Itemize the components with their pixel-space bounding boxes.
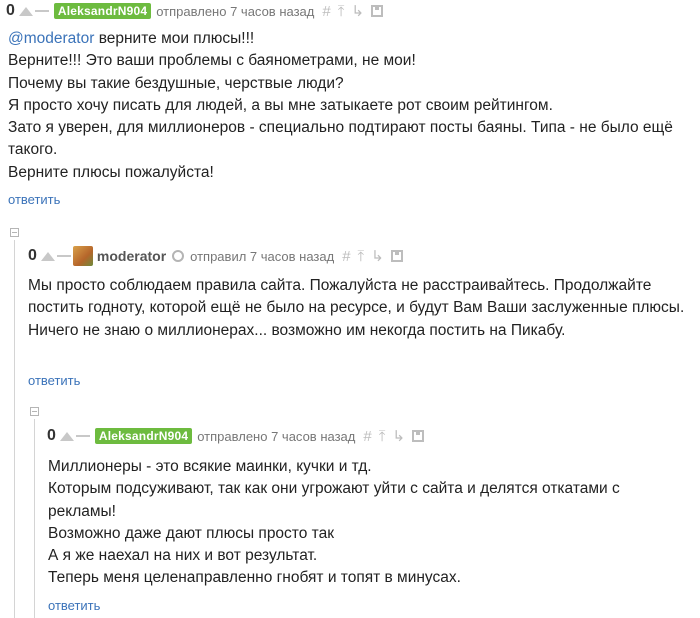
link-hash-icon[interactable]: #: [342, 249, 350, 264]
save-icon[interactable]: [411, 430, 424, 442]
save-icon[interactable]: [370, 5, 383, 17]
comment-line: Миллионеры - это всякие маинки, кучки и …: [48, 458, 372, 475]
comment-body: @moderator верните мои плюсы!!! Верните!…: [8, 28, 688, 184]
branch-icon[interactable]: ↳: [392, 429, 405, 444]
reply-link[interactable]: ответить: [28, 373, 80, 388]
author-username[interactable]: AleksandrN904: [94, 428, 193, 444]
comment-line: Возможно даже дают плюсы просто так: [48, 524, 334, 542]
vote-separator-icon: [56, 255, 71, 257]
comment-line: Верните!!! Это ваши проблемы с баянометр…: [8, 52, 416, 70]
thread-line: [14, 240, 15, 618]
upvote-icon[interactable]: [59, 431, 74, 441]
upvote-icon[interactable]: [18, 6, 33, 16]
comment-line: Ничего не знаю о миллионерах... возможно…: [28, 321, 566, 339]
mention-link[interactable]: @moderator: [8, 30, 94, 47]
reply-link[interactable]: ответить: [8, 192, 60, 207]
avatar[interactable]: [72, 246, 93, 266]
rating-score: 0: [6, 2, 15, 19]
collapse-toggle-icon[interactable]: [10, 228, 19, 237]
comment-line: Верните плюсы пожалуйста!: [8, 163, 214, 181]
upvote-icon[interactable]: [40, 251, 55, 261]
comment-line: Теперь меня целенаправленно гнобят и топ…: [48, 569, 461, 587]
save-icon[interactable]: [390, 250, 403, 262]
reply-link[interactable]: ответить: [48, 598, 100, 613]
comment-header: 0 AleksandrN904 отправлено 7 часов назад…: [6, 1, 383, 21]
go-to-parent-icon[interactable]: ⤒: [358, 249, 365, 264]
comment-line: Мы просто соблюдаем правила сайта. Пожал…: [28, 277, 685, 317]
comment-header: 0 moderator отправил 7 часов назад # ⤒ ↳: [28, 246, 403, 266]
collapse-toggle-icon[interactable]: [30, 407, 39, 416]
comment-line: Зато я уверен, для миллионеров - специал…: [8, 119, 673, 159]
branch-icon[interactable]: ↳: [371, 249, 384, 264]
comment-line: Я просто хочу писать для людей, а вы мне…: [8, 96, 553, 114]
link-hash-icon[interactable]: #: [363, 429, 371, 444]
comment-body: Миллионеры - это всякие маинки, кучки и …: [48, 456, 658, 590]
branch-icon[interactable]: ↳: [351, 4, 364, 19]
go-to-parent-icon[interactable]: ⤒: [379, 429, 386, 444]
comment-line: Которым подсуживают, так как они угрожаю…: [48, 480, 620, 520]
vote-separator-icon: [34, 10, 49, 12]
thread-line: [34, 419, 35, 618]
comment-line: А я же наехал на них и вот результат.: [48, 547, 318, 565]
author-username[interactable]: AleksandrN904: [53, 3, 152, 19]
moderator-badge-icon: [172, 250, 185, 262]
comment-timestamp: отправлено 7 часов назад: [197, 428, 356, 444]
link-hash-icon[interactable]: #: [322, 4, 330, 19]
comment-body: Мы просто соблюдаем правила сайта. Пожал…: [28, 275, 688, 342]
rating-score: 0: [47, 427, 56, 444]
vote-separator-icon: [75, 435, 90, 437]
comment-timestamp: отправлено 7 часов назад: [156, 3, 315, 19]
rating-score: 0: [28, 247, 37, 264]
comment-timestamp: отправил 7 часов назад: [190, 248, 335, 264]
go-to-parent-icon[interactable]: ⤒: [338, 4, 345, 19]
author-username[interactable]: moderator: [97, 248, 166, 264]
comment-line: Почему вы такие бездушные, черствые люди…: [8, 74, 344, 92]
comment-header: 0 AleksandrN904 отправлено 7 часов назад…: [47, 426, 424, 446]
